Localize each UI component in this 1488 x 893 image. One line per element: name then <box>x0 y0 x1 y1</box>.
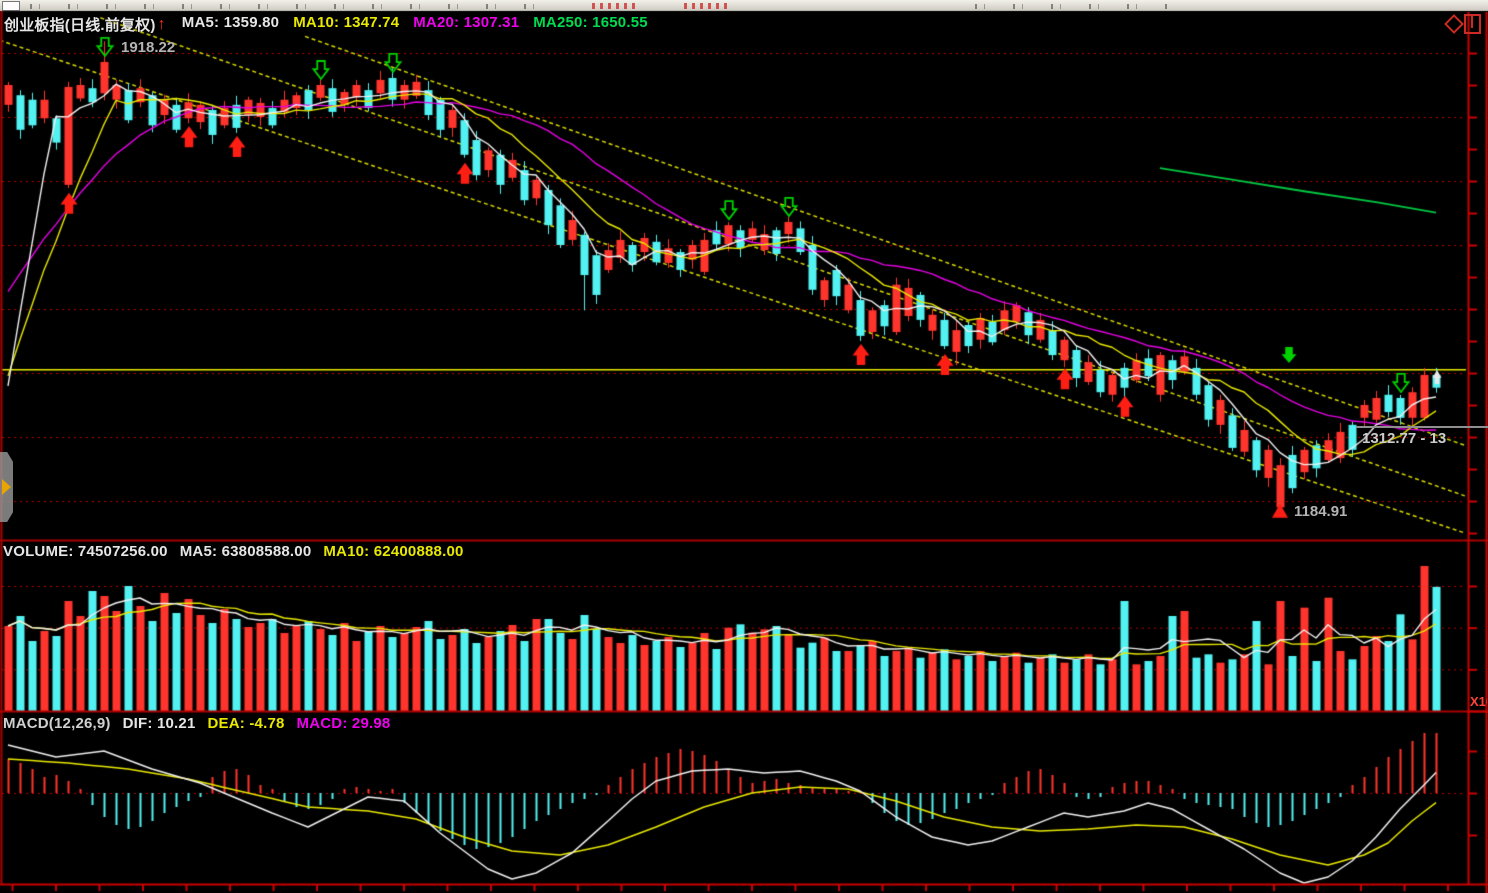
dea-value: DEA: -4.78 <box>208 715 285 732</box>
volume-panel-header: VOLUME: 74507256.00 MA5: 63808588.00 MA1… <box>3 543 464 560</box>
flyout-expand-arrow-icon <box>2 479 11 495</box>
volume-ma5-value: MA5: 63808588.00 <box>180 543 312 560</box>
sidebar-flyout-handle[interactable] <box>0 452 13 522</box>
trend-up-arrow-icon: ↑ <box>158 16 166 34</box>
range-tooltip: 1312.77 - 13 <box>1356 426 1488 452</box>
restore-window-icon[interactable] <box>1464 14 1481 34</box>
trading-app-window: 创业板指(日线.前复权) ↑ MA5: 1359.80 MA10: 1347.7… <box>0 0 1488 893</box>
macd-indicator-title: MACD(12,26,9) <box>3 715 111 732</box>
volume-ma10-value: MA10: 62400888.00 <box>323 543 463 560</box>
volume-unit-label: X10000 <box>1470 694 1487 710</box>
price-panel-header: 创业板指(日线.前复权) ↑ MA5: 1359.80 MA10: 1347.7… <box>4 14 648 35</box>
macd-panel-header: MACD(12,26,9) DIF: 10.21 DEA: -4.78 MACD… <box>3 715 390 732</box>
dif-value: DIF: 10.21 <box>123 715 196 732</box>
ma20-value: MA20: 1307.31 <box>413 14 519 35</box>
chart-canvas[interactable] <box>0 0 1488 893</box>
ma250-value: MA250: 1650.55 <box>533 14 648 35</box>
restore-window-icon-bar <box>1471 16 1473 28</box>
ma10-value: MA10: 1347.74 <box>293 14 399 35</box>
volume-value: VOLUME: 74507256.00 <box>3 543 168 560</box>
ma5-value: MA5: 1359.80 <box>182 14 279 35</box>
period-high-label: 1918.22 <box>121 39 175 56</box>
period-low-label: 1184.91 <box>1294 503 1347 520</box>
symbol-title: 创业板指(日线.前复权) <box>4 14 156 35</box>
macd-value: MACD: 29.98 <box>297 715 391 732</box>
